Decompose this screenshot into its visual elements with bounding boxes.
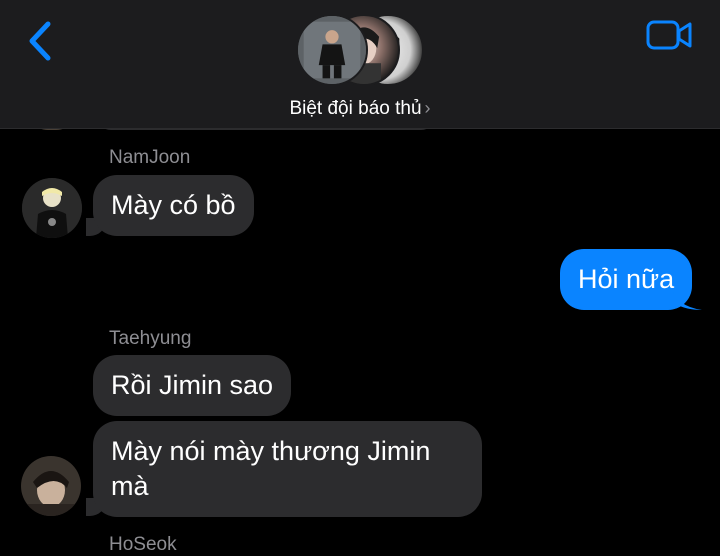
group-title[interactable]: Biệt đội báo thủ › bbox=[0, 98, 720, 120]
group-name: Biệt đội báo thủ bbox=[289, 98, 422, 119]
sender-name: NamJoon bbox=[109, 147, 191, 168]
sender-name: Taehyung bbox=[109, 328, 192, 349]
avatar-taehyung[interactable] bbox=[21, 456, 81, 516]
sender-name: HoSeok bbox=[109, 534, 177, 555]
back-button[interactable] bbox=[22, 18, 58, 64]
message-bubble[interactable]: Rồi Jimin sao bbox=[93, 355, 292, 416]
video-camera-icon bbox=[646, 20, 692, 50]
chat-header: Biệt đội báo thủ › bbox=[0, 0, 720, 129]
video-call-button[interactable] bbox=[646, 18, 694, 52]
message-bubble[interactable]: Mày có bồ bbox=[93, 175, 254, 236]
avatar-namjoon[interactable] bbox=[22, 178, 82, 238]
group-avatar-stack[interactable] bbox=[296, 14, 428, 88]
bubble-tail bbox=[672, 288, 702, 310]
chevron-left-icon bbox=[29, 21, 51, 61]
chevron-right-icon: › bbox=[424, 98, 431, 118]
group-member-avatar bbox=[296, 14, 368, 86]
message-bubble[interactable]: Mày nói mày thương Jimin mà bbox=[93, 421, 482, 517]
